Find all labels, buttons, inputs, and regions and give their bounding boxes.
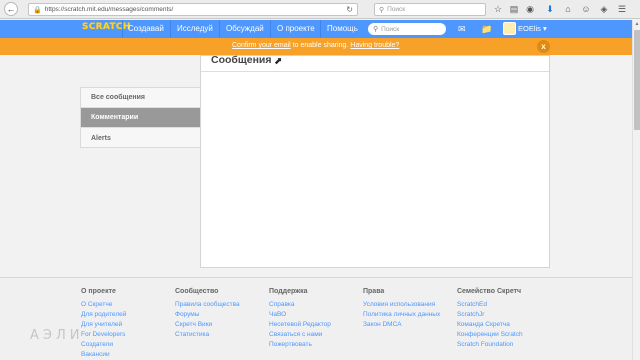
footer-link[interactable]: For Developers xyxy=(81,330,126,340)
nav-explore[interactable]: Исследуй xyxy=(177,24,213,33)
reading-list-icon[interactable]: ▤ xyxy=(508,3,520,15)
footer-link[interactable]: Форумы xyxy=(175,310,240,320)
footer-link[interactable]: Вакансии xyxy=(81,350,126,360)
footer-link[interactable]: Scratch Foundation xyxy=(457,340,523,350)
footer-heading: Поддержка xyxy=(269,288,308,295)
footer-heading: О проекте xyxy=(81,288,116,295)
confirm-email-link[interactable]: Confirm your email xyxy=(232,42,291,49)
nav-divider xyxy=(320,20,321,38)
nav-discuss[interactable]: Обсуждай xyxy=(226,24,264,33)
footer-link[interactable]: Справка xyxy=(269,300,331,310)
nav-divider xyxy=(122,20,123,38)
url-text: https://scratch.mit.edu/messages/comment… xyxy=(44,6,174,13)
footer-link[interactable]: Скретч Вики xyxy=(175,320,240,330)
scratch-navbar: SCRATCH Создавай Исследуй Обсуждай О про… xyxy=(0,20,632,38)
messages-filter-menu: Все сообщения Комментарии Alerts xyxy=(80,87,200,148)
footer-link[interactable]: Правила сообщества xyxy=(175,300,240,310)
search-icon: ⚲ xyxy=(379,6,385,14)
my-stuff-icon[interactable]: 📁 xyxy=(481,24,492,35)
star-icon[interactable]: ☆ xyxy=(492,3,504,15)
messages-icon[interactable]: ✉ xyxy=(458,24,466,35)
footer-link[interactable]: Статистика xyxy=(175,330,240,340)
close-icon[interactable]: x xyxy=(537,40,550,53)
shield-icon[interactable]: ◈ xyxy=(598,3,610,15)
having-trouble-link[interactable]: Having trouble? xyxy=(350,42,399,49)
nav-divider xyxy=(270,20,271,38)
footer-link[interactable]: ЧаВО xyxy=(269,310,331,320)
footer-column-support: Поддержка Справка ЧаВО Несетевой Редакто… xyxy=(269,288,331,350)
avatar[interactable] xyxy=(503,22,516,35)
page-scrollbar[interactable]: ▲ xyxy=(632,20,640,360)
pocket-icon[interactable]: ◉ xyxy=(524,3,536,15)
footer-column-community: Сообщество Правила сообщества Форумы Скр… xyxy=(175,288,240,340)
address-bar[interactable]: 🔒 https://scratch.mit.edu/messages/comme… xyxy=(28,3,358,16)
messages-header: Сообщения xyxy=(201,54,549,72)
footer-heading: Сообщество xyxy=(175,288,219,295)
smiley-icon[interactable]: ☺ xyxy=(580,3,592,15)
nav-divider xyxy=(219,20,220,38)
lock-icon: 🔒 xyxy=(33,6,42,14)
footer-link[interactable]: Для учителей xyxy=(81,320,126,330)
back-icon[interactable]: ← xyxy=(4,2,18,16)
footer-column-about: О проекте О Скретче Для родителей Для уч… xyxy=(81,288,126,360)
home-icon[interactable]: ⌂ xyxy=(562,3,574,15)
filter-comments[interactable]: Комментарии xyxy=(81,108,200,128)
banner-middle-text: to enable sharing. xyxy=(290,42,351,49)
footer-link[interactable]: Конференции Scratch xyxy=(457,330,523,340)
footer-heading: Права xyxy=(363,288,385,295)
footer-link[interactable]: Несетевой Редактор xyxy=(269,320,331,330)
download-icon[interactable]: ⬇ xyxy=(544,3,556,15)
browser-search-placeholder: Поиск xyxy=(387,6,406,13)
reload-icon[interactable]: ↻ xyxy=(346,5,353,14)
nav-about[interactable]: О проекте xyxy=(277,24,315,33)
footer-column-legal: Права Условия использования Политика лич… xyxy=(363,288,440,330)
browser-toolbar: ← 🔒 https://scratch.mit.edu/messages/com… xyxy=(0,0,640,19)
footer-link[interactable]: Политика личных данных xyxy=(363,310,440,320)
scratch-search-placeholder: Поиск xyxy=(381,25,400,33)
footer-link[interactable]: Пожертвовать xyxy=(269,340,331,350)
footer-heading: Семейство Скретч xyxy=(457,288,522,295)
email-confirm-banner: Confirm your email to enable sharing. Ha… xyxy=(0,38,632,55)
browser-search-input[interactable]: ⚲ Поиск xyxy=(374,3,486,16)
filter-alerts[interactable]: Alerts xyxy=(81,128,200,148)
search-icon: ⚲ xyxy=(373,26,379,33)
nav-create[interactable]: Создавай xyxy=(128,24,164,33)
scratch-logo[interactable]: SCRATCH xyxy=(82,22,131,32)
scroll-thumb[interactable] xyxy=(634,30,640,130)
scratch-search-input[interactable]: ⚲ Поиск xyxy=(368,23,446,35)
footer-link[interactable]: Условия использования xyxy=(363,300,440,310)
username-menu[interactable]: EOElis ▾ xyxy=(518,24,547,33)
footer-link[interactable]: ScratchEd xyxy=(457,300,523,310)
watermark-text: АЭЛИ xyxy=(30,328,84,343)
footer-link[interactable]: Для родителей xyxy=(81,310,126,320)
page-title: Сообщения xyxy=(211,54,272,66)
scroll-up-arrow-icon[interactable]: ▲ xyxy=(633,20,640,28)
footer-link[interactable]: Команда Скретча xyxy=(457,320,523,330)
footer-link[interactable]: Создатели xyxy=(81,340,126,350)
messages-panel: Сообщения xyxy=(200,54,550,268)
footer-link[interactable]: Закон DMCA xyxy=(363,320,440,330)
footer-link[interactable]: О Скретче xyxy=(81,300,126,310)
footer-column-family: Семейство Скретч ScratchEd ScratchJr Ком… xyxy=(457,288,523,350)
menu-icon[interactable]: ☰ xyxy=(616,3,628,15)
nav-help[interactable]: Помощь xyxy=(327,24,358,33)
footer-link[interactable]: Связаться с нами xyxy=(269,330,331,340)
nav-divider xyxy=(170,20,171,38)
mouse-cursor-icon: ⬈ xyxy=(274,56,283,67)
footer: О проекте О Скретче Для родителей Для уч… xyxy=(0,277,632,360)
footer-link[interactable]: ScratchJr xyxy=(457,310,523,320)
filter-all-messages[interactable]: Все сообщения xyxy=(81,88,200,108)
banner-text: Confirm your email to enable sharing. Ha… xyxy=(232,42,399,49)
